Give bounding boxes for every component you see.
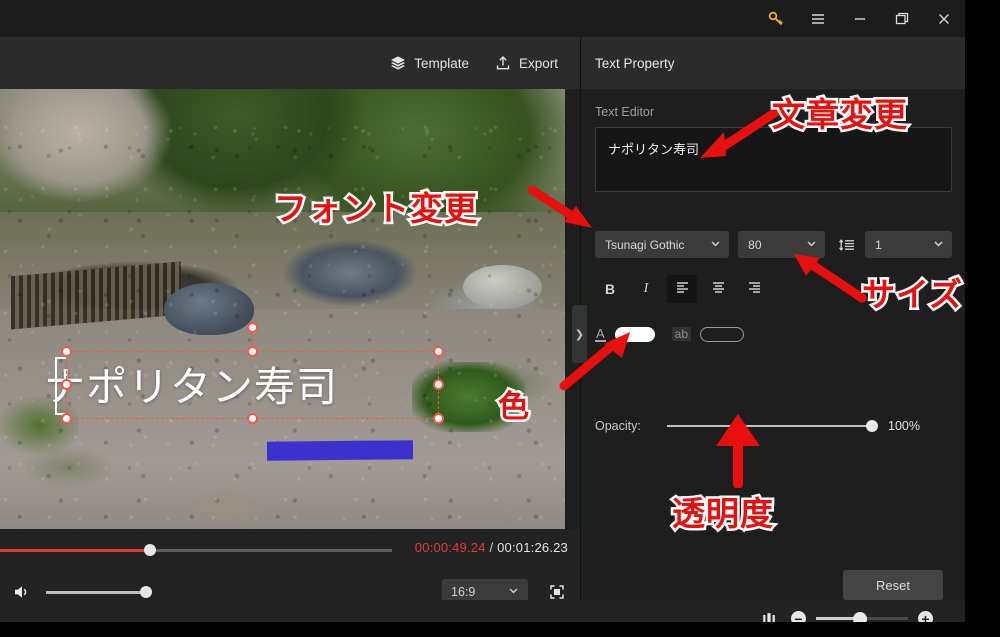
align-left-button[interactable] xyxy=(667,275,697,303)
font-family-dropdown[interactable]: Tsunagi Gothic xyxy=(595,231,730,258)
text-outline-ab-icon[interactable]: ab xyxy=(671,327,692,341)
align-right-icon xyxy=(747,280,762,298)
line-height-dropdown[interactable]: 1 xyxy=(865,231,953,258)
reset-button[interactable]: Reset xyxy=(843,570,943,600)
arrow-to-font-size xyxy=(794,254,867,303)
chevron-down-icon xyxy=(933,238,944,252)
text-outline-color-swatch[interactable] xyxy=(700,326,745,342)
resize-handle-bottom-center[interactable] xyxy=(246,413,258,424)
annotation-text-change: 文章変更 xyxy=(770,93,910,137)
seek-progress xyxy=(0,548,150,552)
resize-handle-top-left[interactable] xyxy=(61,346,72,357)
video-frame-image xyxy=(0,89,565,529)
template-button[interactable]: Template xyxy=(390,55,469,71)
zoom-controls: − + xyxy=(791,611,933,622)
minus-icon[interactable]: − xyxy=(791,611,806,622)
zoom-knob[interactable] xyxy=(853,611,867,622)
time-separator: / xyxy=(489,540,494,555)
video-preview[interactable]: ナポリタン寿司 xyxy=(0,89,565,529)
export-button[interactable]: Export xyxy=(495,55,558,71)
volume-knob[interactable] xyxy=(140,586,152,598)
resize-handle-middle-left[interactable] xyxy=(61,379,72,390)
arrow-to-text-editor xyxy=(700,108,780,158)
arrow-to-font-dropdown xyxy=(528,186,592,228)
bottom-bar: − + xyxy=(0,600,965,622)
layers-icon xyxy=(390,55,406,71)
top-toolbar: Template Export xyxy=(0,37,580,89)
opacity-value: 100% xyxy=(888,419,920,433)
arrow-to-opacity-slider xyxy=(716,414,760,488)
resize-handle-middle-right[interactable] xyxy=(433,379,444,390)
align-center-button[interactable] xyxy=(703,275,733,303)
aspect-ratio-value: 16:9 xyxy=(451,585,476,599)
export-label: Export xyxy=(518,55,558,71)
align-center-icon xyxy=(711,280,726,298)
seek-slider[interactable] xyxy=(0,544,392,556)
rotate-handle[interactable] xyxy=(246,322,258,333)
speaker-icon[interactable] xyxy=(12,582,32,602)
opacity-slider[interactable] xyxy=(667,420,878,432)
seek-knob[interactable] xyxy=(144,544,156,556)
italic-button[interactable]: I xyxy=(631,275,661,303)
license-key-icon[interactable] xyxy=(755,0,797,37)
total-time: 00:01:26.23 xyxy=(497,540,568,555)
app-root: Template Export ナポリタン寿司 00:00:49.24 / 00… xyxy=(0,0,1000,637)
hamburger-menu-icon[interactable] xyxy=(797,0,839,37)
panel-title: Text Property xyxy=(595,55,675,71)
font-controls-row: Tsunagi Gothic 80 1 xyxy=(595,231,953,258)
resize-handle-bottom-left[interactable] xyxy=(61,413,72,424)
chevron-down-icon xyxy=(710,238,721,252)
opacity-label: Opacity: xyxy=(595,419,641,433)
annotation-size: サイズ xyxy=(859,273,964,317)
plus-icon[interactable]: + xyxy=(918,611,933,622)
text-editor-label: Text Editor xyxy=(595,105,655,119)
font-family-value: Tsunagi Gothic xyxy=(605,237,685,252)
opacity-row: Opacity: 100% xyxy=(595,417,952,435)
resize-handle-top-right[interactable] xyxy=(433,346,444,357)
align-right-button[interactable] xyxy=(739,275,769,303)
zoom-slider[interactable] xyxy=(816,611,908,622)
bold-button[interactable]: B xyxy=(595,275,625,303)
template-label: Template xyxy=(414,55,469,71)
panel-header: Text Property xyxy=(581,37,965,89)
chevron-down-icon xyxy=(508,585,519,599)
italic-label: I xyxy=(643,281,649,296)
annotation-font-change: フォント変更 xyxy=(272,187,480,231)
blue-highlight-bar xyxy=(266,440,414,461)
upload-icon xyxy=(495,55,511,71)
current-time: 00:00:49.24 xyxy=(414,540,486,555)
arrow-to-color-swatch xyxy=(559,332,630,391)
text-selection-box[interactable] xyxy=(61,322,444,424)
volume-slider[interactable] xyxy=(46,586,152,598)
resize-handle-bottom-right[interactable] xyxy=(433,413,444,424)
resize-handle-top-center[interactable] xyxy=(246,346,258,357)
line-height-value: 1 xyxy=(875,237,882,252)
title-bar xyxy=(0,0,965,37)
close-icon[interactable] xyxy=(923,0,965,37)
font-size-value: 80 xyxy=(748,237,762,252)
maximize-icon[interactable] xyxy=(881,0,923,37)
color-controls-row: A ab xyxy=(595,323,952,345)
minimize-icon[interactable] xyxy=(839,0,881,37)
fit-timeline-icon[interactable] xyxy=(761,611,777,622)
bold-label: B xyxy=(604,281,616,297)
time-display: 00:00:49.24 / 00:01:26.23 xyxy=(415,540,568,555)
align-left-icon xyxy=(675,280,690,298)
reset-label: Reset xyxy=(876,577,910,593)
annotation-color: 色 xyxy=(496,387,532,428)
opacity-knob[interactable] xyxy=(866,420,878,432)
annotation-opacity: 透明度 xyxy=(670,492,776,536)
